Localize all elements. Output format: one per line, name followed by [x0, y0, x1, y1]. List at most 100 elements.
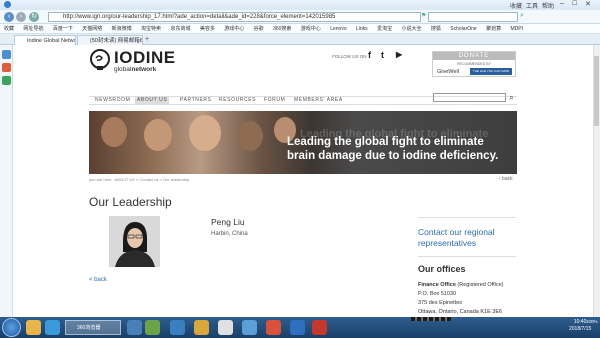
child-face-4 — [237, 121, 263, 151]
address-line: 375 des Epinettes — [418, 300, 463, 306]
scroll-thumb[interactable] — [594, 56, 599, 126]
menu-tools[interactable]: 工具 — [526, 1, 538, 10]
office-name-rest: (Registered Office) — [455, 282, 504, 288]
tab-mail[interactable]: (50封未读) 网易邮箱6 — [77, 35, 143, 45]
office-name: Finance Office (Registered Office) — [418, 281, 504, 290]
favorite-item[interactable]: 天猫网络 — [82, 24, 102, 33]
favorite-item[interactable]: 聚划算 — [486, 24, 501, 33]
sidebar-divider-2 — [418, 256, 516, 257]
favorites-bar: 收藏 网址导航 百度一下 天猫网络 新浪微博 淘宝特卖 京东商城 美容多 游戏中… — [0, 24, 600, 34]
browser-search-input[interactable] — [428, 12, 518, 22]
favorite-item[interactable]: 搜狐 — [431, 24, 441, 33]
taskbar-folder-icon[interactable] — [194, 320, 209, 335]
search-icon[interactable]: ⌕ — [520, 12, 530, 22]
favorite-item[interactable]: 百度一下 — [53, 24, 73, 33]
taskbar-ppt-icon[interactable] — [266, 320, 281, 335]
back-link[interactable]: < back — [89, 277, 107, 283]
sidebar-weibo-icon[interactable] — [2, 63, 11, 72]
nav-partners[interactable]: PARTNERS — [178, 97, 214, 104]
facebook-icon[interactable]: f — [368, 50, 371, 60]
security-shield-icon[interactable]: ⚑ — [421, 12, 427, 22]
favorite-item[interactable]: 小说大全 — [401, 24, 421, 33]
favorite-item[interactable]: 京东商城 — [170, 24, 190, 33]
favorite-item[interactable]: 收藏 — [4, 24, 14, 33]
banner-headline: Leading the global fight to eliminate br… — [287, 135, 498, 163]
taskbar-word-icon[interactable] — [127, 320, 142, 335]
minimize-button[interactable]: – — [560, 0, 564, 7]
taskbar-mail-icon[interactable] — [170, 320, 185, 335]
breadcrumb[interactable]: you are here : ABOUT US » Contact us » O… — [89, 177, 189, 182]
page-title: Our Leadership — [89, 195, 172, 209]
clock-date: 2018/7/15 — [569, 326, 592, 332]
logo-subtitle: globalnetwork — [114, 66, 156, 73]
banner-line-1: Leading the global fight to eliminate — [287, 136, 484, 148]
nav-members-area[interactable]: MEMBERS' AREA — [292, 97, 345, 104]
menu-favorites[interactable]: 收藏 — [510, 1, 522, 10]
tab-iodine[interactable]: Iodine Global Netwo — [14, 35, 76, 45]
taskbar-browser-window[interactable]: 360浏览器 — [65, 320, 121, 335]
person-location: Harbin, China — [211, 231, 248, 237]
favorite-item[interactable]: ScholarOne — [450, 24, 476, 33]
nav-newsroom[interactable]: NEWSROOM — [93, 97, 132, 104]
search-icon[interactable]: ⌕ — [507, 93, 516, 102]
taskbar-ie-icon[interactable] — [45, 320, 60, 335]
sidebar-app-icon[interactable] — [2, 76, 11, 85]
tray-separator — [411, 317, 451, 321]
favorite-item[interactable]: Links — [356, 24, 368, 33]
person-name: Peng Liu — [211, 217, 245, 227]
new-tab-icon[interactable]: + — [145, 36, 149, 43]
favorite-item[interactable]: 360搜索 — [273, 24, 291, 33]
back-arrow-icon[interactable]: ‹ — [4, 12, 14, 22]
system-clock[interactable]: 10:40 2018/7/15 — [569, 319, 591, 333]
office-address: Finance Office (Registered Office) P.O. … — [418, 281, 504, 317]
recommended-label: RECOMMENDED BY — [457, 62, 491, 66]
taskbar-wps-icon[interactable] — [290, 320, 305, 335]
office-name-bold: Finance Office — [418, 282, 456, 288]
logo-title: IODINE — [114, 48, 176, 67]
refresh-icon[interactable]: ↻ — [29, 12, 39, 22]
child-face-1 — [101, 117, 127, 147]
back-link-top[interactable]: ‹ back — [499, 176, 513, 182]
sidebar-divider — [418, 217, 516, 218]
taskbar-360-icon[interactable] — [218, 320, 233, 335]
close-window-button[interactable]: ✕ — [585, 0, 591, 8]
sidebar-home-icon[interactable] — [2, 50, 11, 59]
forward-arrow-icon[interactable]: › — [16, 12, 26, 22]
url-text: http://www.ign.org/our-leadership_17.htm… — [63, 14, 336, 20]
taskbar-app-icon[interactable] — [145, 320, 160, 335]
twitter-icon[interactable]: t — [381, 50, 384, 60]
favorite-item[interactable]: 网址导航 — [23, 24, 43, 33]
life-you-can-save-logo[interactable]: THE LIFE YOU CAN SAVE — [470, 68, 512, 75]
person-photo — [109, 216, 160, 267]
favorite-item[interactable]: 爱淘宝 — [377, 24, 392, 33]
iodine-logo-icon[interactable] — [89, 49, 111, 71]
address-line: Ottawa, Ontario, Canada K1E 3E6 — [418, 309, 503, 315]
offices-heading: Our offices — [418, 264, 466, 274]
contact-representatives-link[interactable]: Contact our regional representatives — [418, 227, 516, 249]
taskbar-reader-icon[interactable] — [312, 320, 327, 335]
menu-help[interactable]: 帮助 — [542, 1, 554, 10]
donate-button[interactable]: DONATE — [433, 52, 515, 60]
maximize-button[interactable]: ☐ — [572, 0, 577, 7]
nav-about-us[interactable]: ABOUT US — [135, 97, 170, 104]
favorite-item[interactable]: MDPI — [511, 24, 524, 33]
youtube-icon[interactable]: ▶ — [396, 50, 402, 59]
favorite-item[interactable]: 新浪微博 — [112, 24, 132, 33]
givewell-logo[interactable]: GiveWell — [437, 69, 459, 75]
favorite-item[interactable]: 游戏中心 — [224, 24, 244, 33]
favorite-item[interactable]: 游戏中心 — [301, 24, 321, 33]
logo-sub-light: global — [114, 66, 132, 73]
favorite-item[interactable]: 谷歌 — [254, 24, 264, 33]
favorite-item[interactable]: 美容多 — [200, 24, 215, 33]
banner-line-2: brain damage due to iodine deficiency. — [287, 150, 499, 162]
site-search-input[interactable] — [433, 93, 506, 102]
address-bar[interactable]: http://www.ign.org/our-leadership_17.htm… — [48, 12, 421, 22]
favorite-item[interactable]: Lenovo — [330, 24, 346, 33]
taskbar-player-icon[interactable] — [242, 320, 257, 335]
taskbar-explorer-icon[interactable] — [26, 320, 41, 335]
nav-forum[interactable]: FORUM — [262, 97, 287, 104]
favorite-item[interactable]: 淘宝特卖 — [141, 24, 161, 33]
start-button[interactable] — [2, 318, 21, 337]
nav-resources[interactable]: RESOURCES — [217, 97, 258, 104]
child-face-2 — [144, 119, 172, 151]
